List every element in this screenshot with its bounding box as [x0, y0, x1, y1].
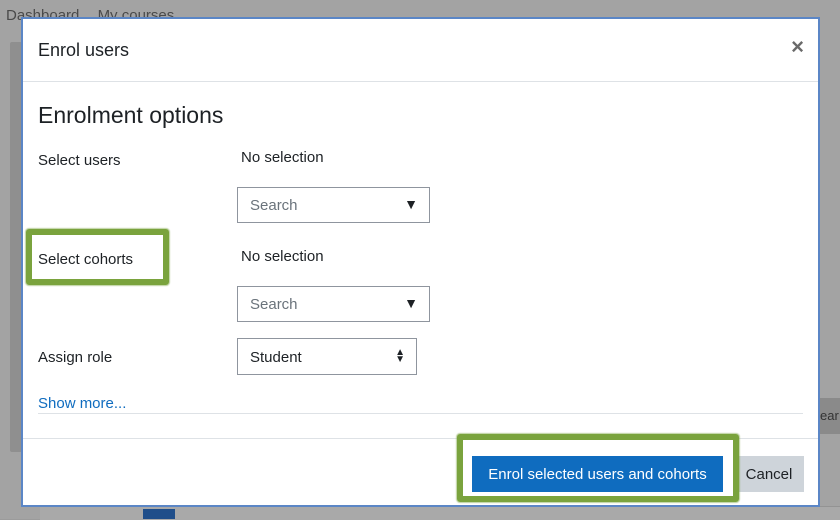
dropdown-arrow-icon[interactable]: ▼ — [404, 196, 418, 212]
assign-role-label: Assign role — [38, 349, 113, 366]
select-cohorts-selection: No selection — [241, 248, 324, 265]
dialog-title: Enrol users — [38, 40, 130, 60]
select-users-label: Select users — [38, 152, 121, 169]
cancel-button[interactable]: Cancel — [734, 456, 804, 492]
select-cohorts-placeholder: Search — [250, 296, 298, 313]
select-users-placeholder: Search — [250, 197, 298, 214]
dropdown-arrow-icon[interactable]: ▼ — [404, 295, 418, 311]
select-cohorts-label: Select cohorts — [38, 251, 134, 268]
select-users-search[interactable]: Search ▼ — [237, 187, 430, 223]
dialog-header: Enrol users × — [23, 19, 818, 82]
enrol-users-dialog: Enrol users × Enrolment options Select u… — [21, 17, 820, 507]
background-pagination — [40, 506, 840, 520]
select-cohorts-search[interactable]: Search ▼ — [237, 286, 430, 322]
assign-role-value: Student — [250, 349, 302, 366]
assign-role-select[interactable]: Student ▲ ▼ — [237, 338, 417, 375]
background-search-button-partial: ear — [820, 398, 840, 434]
close-icon[interactable]: × — [791, 35, 804, 59]
divider — [38, 413, 803, 414]
dialog-footer: Enrol selected users and cohorts Cancel — [23, 438, 818, 505]
enrolment-options-heading: Enrolment options — [38, 102, 224, 128]
show-more-link[interactable]: Show more... — [38, 395, 126, 412]
select-users-selection: No selection — [241, 149, 324, 166]
enrol-button[interactable]: Enrol selected users and cohorts — [472, 456, 723, 492]
background-active-page — [143, 509, 175, 519]
select-updown-icon: ▲ ▼ — [395, 347, 405, 365]
